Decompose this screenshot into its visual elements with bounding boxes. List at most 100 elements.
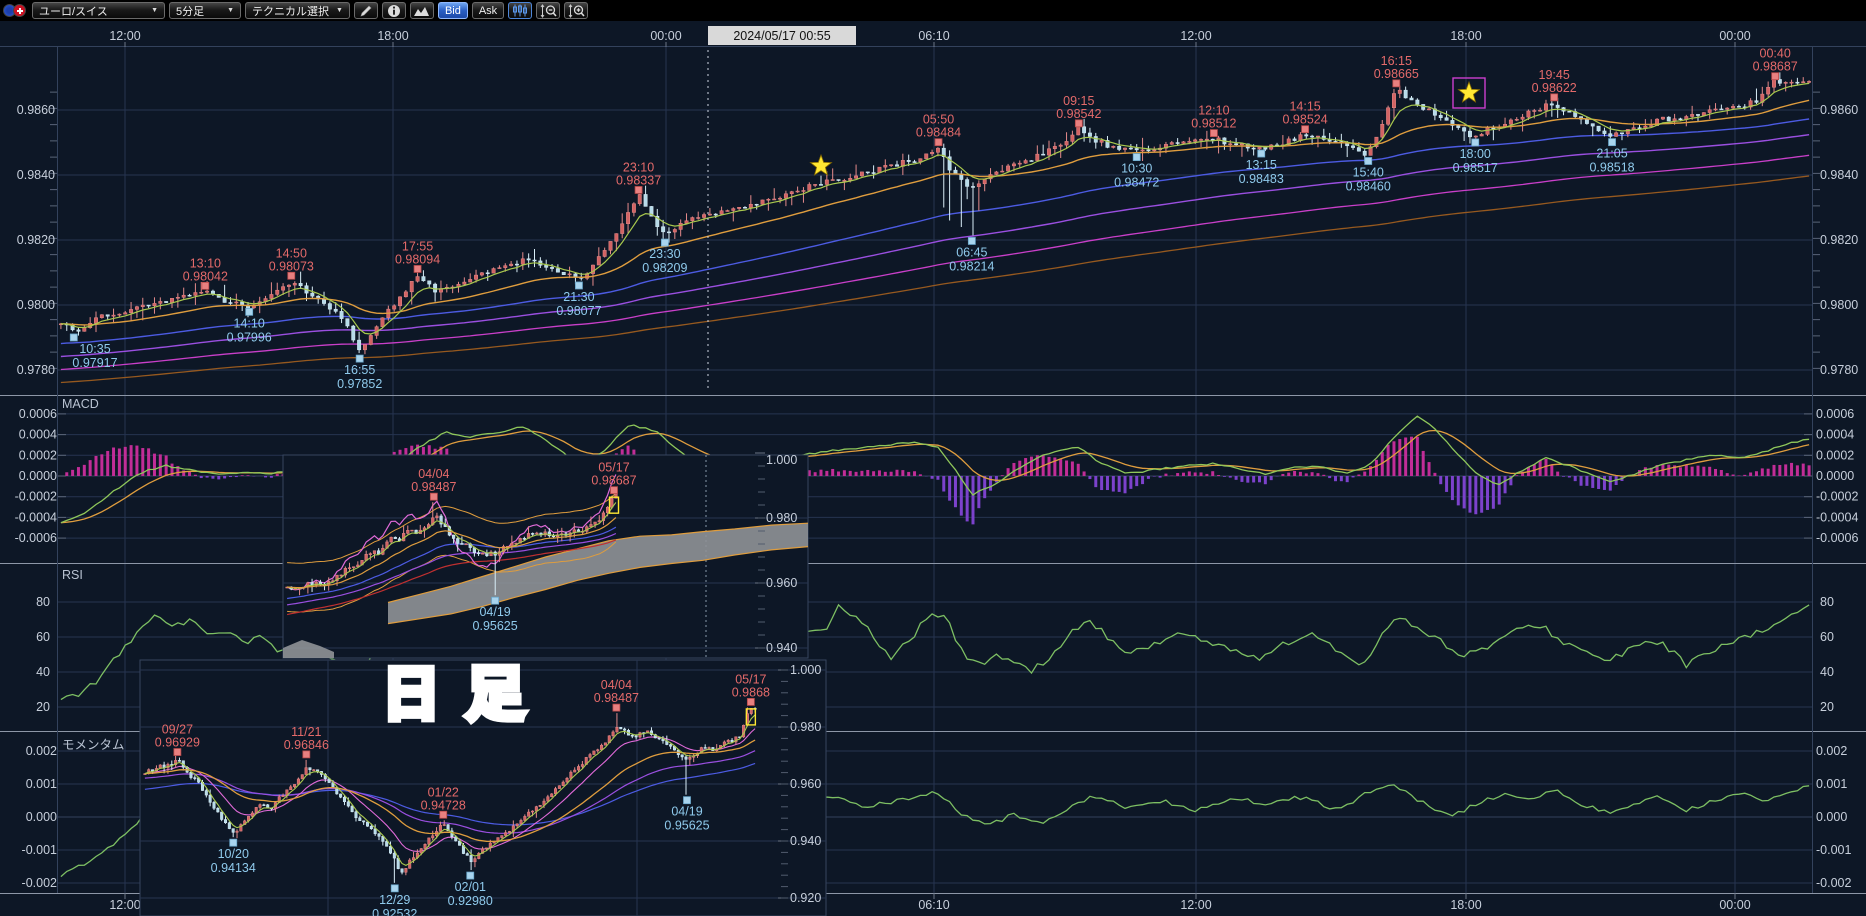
label: 0.0006 [1816, 407, 1854, 421]
macd-histogram-bar [1708, 467, 1711, 476]
candle-body [720, 211, 723, 214]
candle-chart-button[interactable] [508, 2, 532, 19]
macd-histogram-bar [1176, 473, 1179, 476]
macd-histogram-bar [130, 445, 133, 476]
zoom-out-button[interactable] [536, 2, 560, 19]
candle-body [581, 765, 584, 767]
macd-histogram-bar [1667, 465, 1670, 476]
technical-select-button[interactable]: テクニカル選択 ▼ [245, 2, 350, 19]
candle-body [416, 277, 419, 282]
label: 0.9860 [1820, 103, 1858, 117]
label: 0.98094 [395, 252, 440, 266]
candle-body [1726, 108, 1729, 109]
candle-body [930, 152, 933, 154]
candle-body [1416, 100, 1419, 104]
candle-body [936, 148, 939, 152]
candle-body [1018, 163, 1021, 164]
candle-body [603, 250, 606, 256]
label: -0.002 [1816, 876, 1851, 890]
candle-body [813, 184, 816, 185]
label: 0.98622 [1532, 81, 1577, 95]
candle-body [1790, 82, 1793, 83]
candle-body [1176, 143, 1179, 144]
candle-body [1381, 124, 1384, 137]
candle-body [406, 530, 409, 533]
timeframe-select[interactable]: 5分足 ▼ [169, 2, 241, 19]
info-button[interactable] [382, 2, 406, 19]
candle-body [521, 259, 524, 264]
candle-body [1515, 119, 1518, 120]
candle-body [369, 335, 372, 344]
inset-ichimoku-daily-chart[interactable]: 04/040.9848704/190.9562505/170.986871.00… [283, 453, 808, 658]
price-marker [1609, 139, 1616, 146]
candle-body [194, 293, 197, 296]
candle-body [802, 190, 805, 191]
candle-body [282, 796, 285, 797]
chart-canvas[interactable]: 10:350.9791713:100.9804214:100.9799614:5… [0, 0, 1866, 916]
candle-body [359, 818, 362, 821]
candle-body [1351, 146, 1354, 148]
label: 16:55 [344, 363, 375, 377]
macd-histogram-bar [814, 472, 817, 476]
candle-body [309, 768, 312, 770]
draw-tool-button[interactable] [354, 2, 378, 19]
macd-histogram-bar [1106, 476, 1109, 490]
label: 0.98042 [183, 269, 228, 283]
label: 0.96846 [284, 738, 329, 752]
label: 12:10 [1198, 104, 1229, 118]
macd-histogram-bar [1258, 476, 1261, 482]
handwritten-daily-label: 日足 [382, 662, 550, 727]
candle-body [370, 826, 373, 829]
label: 0.002 [26, 744, 57, 758]
candle-body [1650, 126, 1653, 127]
bid-button[interactable]: Bid [438, 2, 468, 19]
price-marker [391, 885, 398, 892]
candle-body [673, 229, 676, 232]
currency-pair-select[interactable]: ユーロ/スイス ▼ [32, 2, 165, 19]
candle-body [498, 268, 501, 269]
label: 0.98209 [642, 261, 687, 275]
macd-histogram-bar [235, 476, 238, 477]
candle-body [182, 295, 185, 297]
ask-button[interactable]: Ask [472, 2, 504, 19]
candle-body [334, 309, 337, 311]
candle-body [1538, 110, 1541, 111]
candle-body [466, 854, 469, 856]
area-chart-button[interactable] [410, 2, 434, 19]
macd-histogram-bar [229, 476, 232, 477]
candle-body [240, 302, 243, 305]
macd-histogram-bar [1048, 457, 1051, 476]
macd-histogram-bar [1229, 476, 1232, 478]
inset-daily-chart[interactable]: 09/270.9692910/200.9413411/210.9684612/2… [140, 660, 826, 916]
label: 01/22 [428, 785, 459, 799]
candle-body [1305, 135, 1308, 136]
candle-body [508, 831, 511, 832]
candle-body [223, 297, 226, 302]
macd-histogram-bar [1568, 476, 1571, 478]
timeframe-label: 5分足 [176, 3, 204, 19]
label: 15:40 [1353, 166, 1384, 180]
candle-body [866, 172, 869, 173]
candle-body [1603, 131, 1606, 134]
label: -0.0006 [1816, 531, 1858, 545]
candle-body [106, 315, 109, 316]
candle-body [504, 833, 507, 836]
candle-body [995, 172, 998, 175]
candle-body [516, 824, 519, 826]
macd-histogram-bar [872, 471, 875, 476]
macd-histogram-bar [1217, 475, 1220, 476]
candle-body [481, 553, 484, 554]
chevron-down-icon: ▼ [151, 7, 158, 14]
price-marker [1393, 80, 1400, 87]
candle-body [971, 186, 974, 187]
macd-histogram-bar [1094, 476, 1097, 487]
macd-histogram-bar [211, 476, 214, 479]
macd-histogram-bar [1433, 473, 1436, 476]
candle-body [1053, 146, 1056, 148]
candle-body [1006, 166, 1009, 171]
label: 1.000 [766, 453, 797, 467]
candle-body [872, 173, 875, 174]
macd-histogram-bar [1784, 464, 1787, 476]
candle-body [708, 214, 711, 215]
zoom-in-button[interactable] [564, 2, 588, 19]
